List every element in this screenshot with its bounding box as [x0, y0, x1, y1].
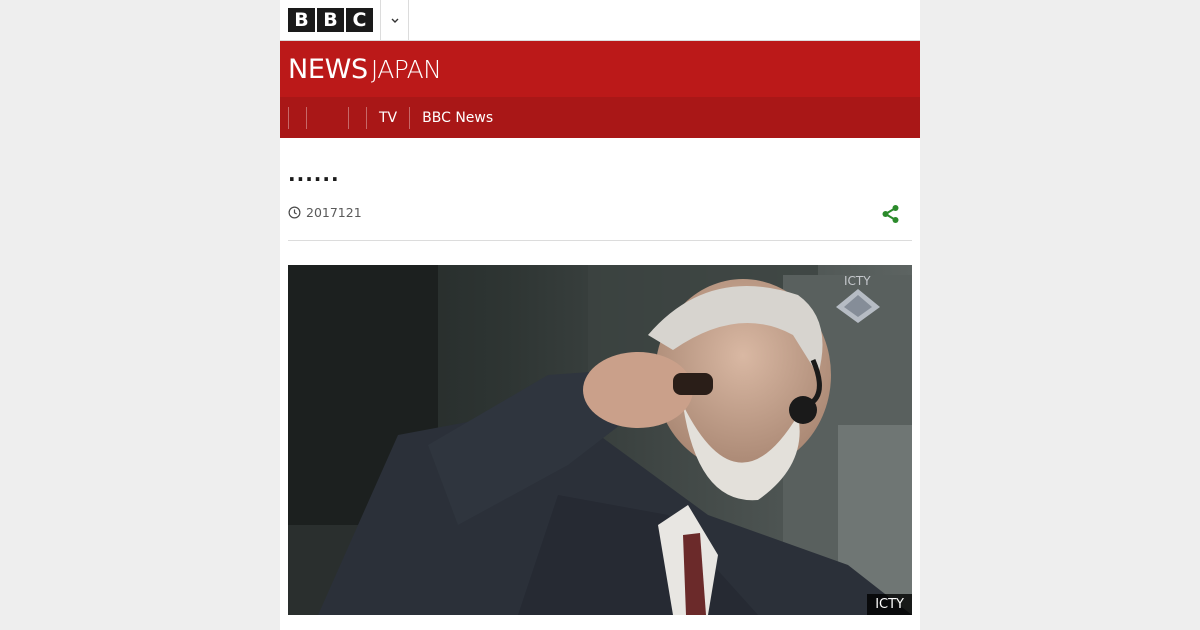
page: B B C NEWS JAPAN TV BBC News ...... 2017…	[280, 0, 920, 630]
divider	[288, 240, 912, 241]
bbc-logo[interactable]: B B C	[288, 8, 373, 32]
brand-region: JAPAN	[370, 55, 442, 84]
article-photo: ICTY	[288, 265, 912, 615]
section-nav: TV BBC News	[280, 97, 920, 138]
brand-news: NEWS	[288, 54, 368, 85]
news-japan-brand[interactable]: NEWS JAPAN	[288, 54, 442, 85]
article-meta: 2017121	[288, 205, 362, 220]
more-menu-button[interactable]	[381, 0, 408, 41]
svg-text:ICTY: ICTY	[844, 274, 871, 288]
clock-icon	[288, 206, 301, 219]
news-japan-masthead: NEWS JAPAN	[280, 41, 920, 97]
nav-item-tv[interactable]: TV	[366, 106, 409, 129]
share-button[interactable]	[880, 203, 902, 225]
image-credit: ICTY	[867, 594, 912, 615]
article-date: 2017121	[306, 205, 362, 220]
share-icon	[882, 205, 899, 223]
bbc-logo-letter: B	[288, 8, 315, 32]
bbc-logo-letter: C	[346, 8, 373, 32]
chevron-down-icon	[391, 18, 399, 23]
bbc-logo-letter: B	[317, 8, 344, 32]
article-headline: ......	[288, 162, 340, 186]
nav-item-section-2[interactable]	[348, 106, 366, 129]
bbc-top-bar: B B C	[280, 0, 920, 41]
nav-item-home[interactable]	[288, 106, 306, 129]
divider	[408, 0, 409, 41]
nav-item-bbc-news[interactable]: BBC News	[409, 106, 505, 129]
article-image[interactable]: ICTY ICTY	[288, 265, 912, 615]
nav-item-section[interactable]	[306, 106, 348, 129]
